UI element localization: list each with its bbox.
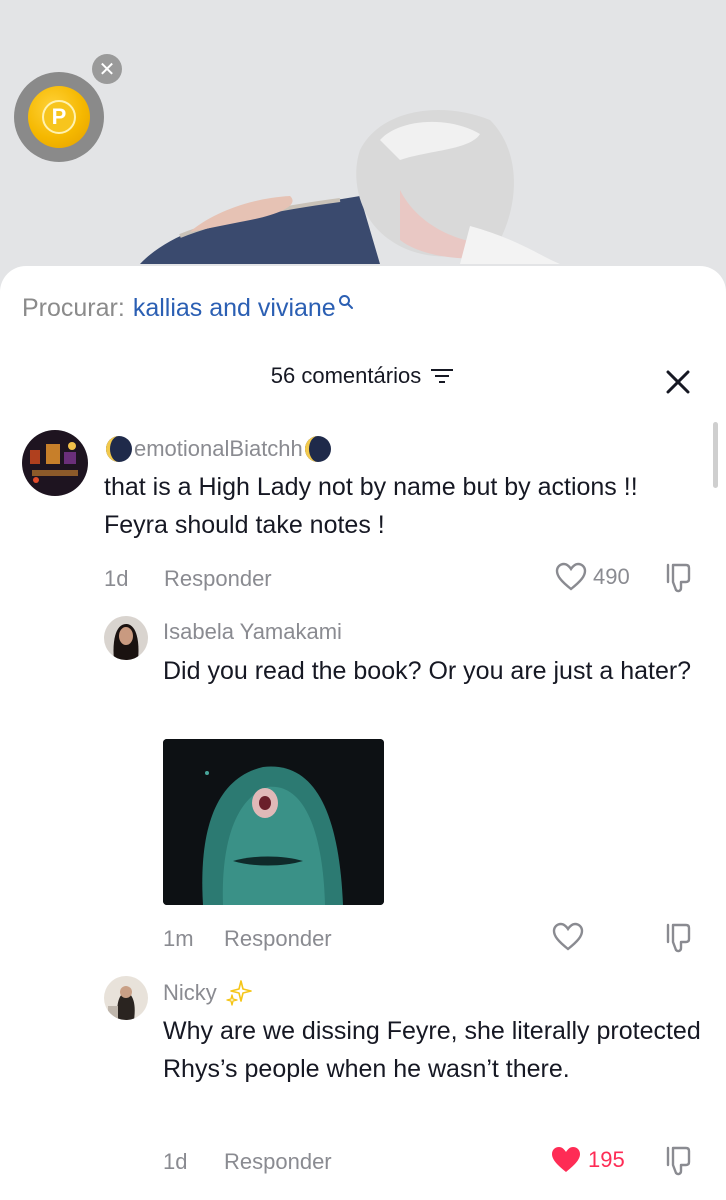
like-count: 195 <box>588 1147 625 1172</box>
comment-text: Why are we dissing Feyre, she literally … <box>163 1017 701 1083</box>
comments-count-header: 56 comentários <box>0 363 726 389</box>
dislike-icon[interactable] <box>664 562 694 594</box>
video-frame-illustration <box>140 110 560 264</box>
reply-button[interactable]: Responder <box>224 926 332 952</box>
dislike-icon[interactable] <box>664 922 694 954</box>
heart-filled-icon <box>552 1147 580 1172</box>
comments-sheet: Procurar: kallias and viviane 56 comentá… <box>0 266 726 1200</box>
comment-gif-image[interactable] <box>163 739 384 905</box>
reply-button[interactable]: Responder <box>164 566 272 592</box>
heart-outline-icon <box>555 562 587 591</box>
dislike-icon[interactable] <box>664 1145 694 1177</box>
comment-time: 1d <box>163 1149 188 1174</box>
sparkles-icon <box>226 980 252 1006</box>
search-icon <box>338 294 353 309</box>
reward-coin-widget[interactable]: P <box>14 72 104 162</box>
like-button[interactable]: 195 <box>550 1145 625 1175</box>
comment-text: Did you read the book? Or you are just a… <box>163 657 692 685</box>
related-search[interactable]: Procurar: kallias and viviane <box>22 294 354 323</box>
like-button[interactable]: 490 <box>555 562 630 592</box>
close-icon[interactable] <box>664 368 692 396</box>
comment-username[interactable]: emotionalBiatchh <box>104 434 333 464</box>
comment-time: 1m <box>163 926 194 951</box>
sort-filter-icon[interactable] <box>429 366 455 386</box>
video-background <box>0 0 726 300</box>
heart-outline-icon <box>552 922 584 951</box>
coin-close-button[interactable]: ✕ <box>92 54 122 84</box>
comment-username[interactable]: Isabela Yamakami <box>163 619 342 645</box>
comment-time: 1d <box>104 566 129 591</box>
comment-username[interactable]: Nicky <box>163 979 253 1007</box>
like-button[interactable] <box>552 922 590 952</box>
comment-text: that is a High Lady not by name but by a… <box>104 473 638 539</box>
avatar[interactable] <box>22 430 88 496</box>
comments-count-label: 56 comentários <box>270 363 422 388</box>
scrollbar[interactable] <box>713 422 718 488</box>
search-prefix-label: Procurar: <box>22 294 125 322</box>
coin-icon: P <box>28 86 90 148</box>
search-query-link[interactable]: kallias and viviane <box>133 294 336 323</box>
moon-emoji-icon <box>106 436 132 462</box>
like-count: 490 <box>593 564 630 589</box>
avatar[interactable] <box>104 616 148 660</box>
moon-emoji-icon <box>304 436 331 462</box>
reply-button[interactable]: Responder <box>224 1149 332 1175</box>
avatar[interactable] <box>104 976 148 1020</box>
